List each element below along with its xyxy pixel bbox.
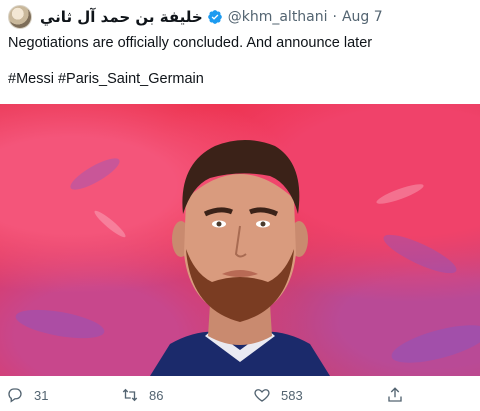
tweet-date[interactable]: Aug 7 bbox=[342, 9, 383, 25]
reply-count: 31 bbox=[34, 387, 49, 403]
tweet-header: خليفة بن حمد آل ثاني @khm_althani · Aug … bbox=[8, 4, 383, 30]
separator-dot: · bbox=[332, 9, 337, 25]
tweet-hashtags[interactable]: #Messi #Paris_Saint_Germain bbox=[8, 71, 204, 87]
tweet-actions: 31 86 583 bbox=[0, 384, 480, 410]
like-button[interactable]: 583 bbox=[253, 386, 303, 404]
reply-button[interactable]: 31 bbox=[6, 386, 48, 404]
retweet-count: 86 bbox=[149, 387, 164, 403]
display-name[interactable]: خليفة بن حمد آل ثاني bbox=[40, 8, 203, 26]
retweet-button[interactable]: 86 bbox=[121, 386, 163, 404]
tweet-card[interactable]: خليفة بن حمد آل ثاني @khm_althani · Aug … bbox=[0, 0, 480, 411]
share-button[interactable] bbox=[386, 386, 404, 404]
retweet-icon bbox=[121, 386, 139, 404]
tweet-media-image[interactable] bbox=[0, 104, 480, 376]
player-portrait-image bbox=[15, 140, 480, 376]
heart-icon bbox=[253, 386, 271, 404]
tweet-text: Negotiations are officially concluded. A… bbox=[8, 35, 373, 51]
reply-icon bbox=[6, 386, 24, 404]
verified-badge-icon bbox=[207, 9, 223, 25]
avatar[interactable] bbox=[8, 5, 32, 29]
share-icon bbox=[386, 386, 404, 404]
like-count: 583 bbox=[281, 387, 303, 403]
author-handle[interactable]: @khm_althani bbox=[228, 9, 328, 25]
